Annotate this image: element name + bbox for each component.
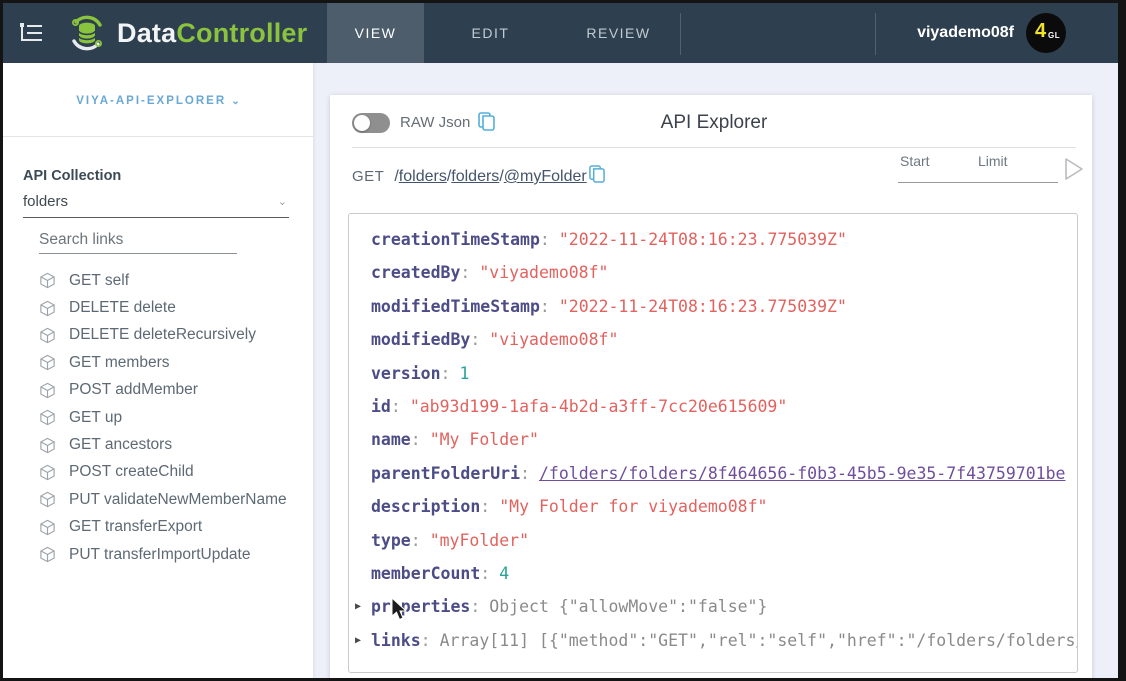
json-row: name:"My Folder" — [349, 423, 1077, 456]
api-link-put-transferimportupdate[interactable]: PUT transferImportUpdate — [39, 541, 309, 568]
json-row: type:"myFolder" — [349, 524, 1077, 557]
api-link-get-ancestors[interactable]: GET ancestors — [39, 431, 309, 458]
json-response-viewer[interactable]: creationTimeStamp:"2022-11-24T08:16:23.7… — [348, 213, 1078, 673]
cube-icon — [39, 519, 56, 536]
cube-icon — [39, 464, 56, 481]
cube-icon — [39, 546, 56, 563]
search-links-field — [39, 231, 237, 254]
json-row-links: ▶links:Array[11] [{"method":"GET","rel":… — [349, 624, 1077, 657]
workspace-selector[interactable]: VIYA-API-EXPLORER ⌄ — [3, 95, 313, 107]
request-method: GET — [352, 168, 384, 185]
api-explorer-panel: API Explorer RAW Json GET/folders/folder… — [330, 95, 1092, 678]
api-link-get-up[interactable]: GET up — [39, 404, 309, 431]
brand-title: DataController — [117, 18, 307, 49]
cube-icon — [39, 382, 56, 399]
api-link-get-self[interactable]: GET self — [39, 267, 309, 294]
toggle-knob — [354, 115, 370, 131]
tree-menu-icon[interactable] — [17, 19, 45, 47]
json-row: id:"ab93d199-1afa-4b2d-a3ff-7cc20e615609… — [349, 390, 1077, 423]
api-links-list: GET self DELETE delete DELETE deleteRecu… — [39, 267, 309, 568]
api-link-get-transferexport[interactable]: GET transferExport — [39, 514, 309, 541]
cube-icon — [39, 409, 56, 426]
cube-icon — [39, 272, 56, 289]
chevron-down-icon: ⌄ — [278, 195, 287, 208]
raw-json-label: RAW Json — [400, 114, 470, 131]
api-link-delete-delete[interactable]: DELETE delete — [39, 294, 309, 321]
raw-json-toggle[interactable] — [352, 113, 390, 133]
run-request-button[interactable] — [1063, 157, 1085, 181]
api-link-put-validatenewmembername[interactable]: PUT validateNewMemberName — [39, 486, 309, 513]
cube-icon — [39, 437, 56, 454]
panel-toolbar: API Explorer RAW Json — [352, 109, 1076, 139]
json-row: version:1 — [349, 357, 1077, 390]
api-collection-label: API Collection — [23, 168, 121, 184]
tab-edit[interactable]: EDIT — [424, 3, 557, 63]
chevron-down-icon: ⌄ — [231, 96, 239, 107]
header-divider — [680, 13, 681, 55]
sidebar: VIYA-API-EXPLORER ⌄ API Collection folde… — [3, 63, 313, 678]
json-row: memberCount:4 — [349, 557, 1077, 590]
brand-part-data: Data — [117, 18, 176, 48]
json-row: modifiedTimeStamp:"2022-11-24T08:16:23.7… — [349, 290, 1077, 323]
expand-arrow-icon[interactable]: ▶ — [355, 624, 361, 657]
start-limit-input[interactable] — [898, 163, 1058, 183]
api-link-post-addmember[interactable]: POST addMember — [39, 377, 309, 404]
brand-part-controller: Controller — [176, 18, 307, 48]
header-tabs: VIEW EDIT REVIEW — [327, 3, 680, 63]
api-link-get-members[interactable]: GET members — [39, 349, 309, 376]
path-link-folders[interactable]: folders — [451, 168, 499, 185]
search-links-input[interactable] — [39, 231, 239, 249]
sidebar-divider — [3, 136, 313, 137]
mouse-cursor — [390, 597, 408, 623]
api-link-delete-deleterecursively[interactable]: DELETE deleteRecursively — [39, 322, 309, 349]
badge-number: 4 — [1035, 20, 1046, 43]
user-area: viyademo08f 4 GL — [917, 3, 1066, 63]
json-row: parentFolderUri:/folders/folders/8f46465… — [349, 457, 1077, 490]
tab-review[interactable]: REVIEW — [557, 3, 680, 63]
4gl-badge[interactable]: 4 GL — [1026, 13, 1066, 53]
badge-suffix: GL — [1048, 31, 1060, 40]
json-row: modifiedBy:"viyademo08f" — [349, 323, 1077, 356]
expand-arrow-icon[interactable]: ▶ — [355, 590, 361, 623]
copy-icon[interactable] — [478, 112, 495, 132]
json-row: description:"My Folder for viyademo08f" — [349, 490, 1077, 523]
api-link-post-createchild[interactable]: POST createChild — [39, 459, 309, 486]
path-link-myfolder[interactable]: @myFolder — [504, 168, 587, 185]
cube-icon — [39, 327, 56, 344]
json-row: createdBy:"viyademo08f" — [349, 256, 1077, 289]
copy-icon[interactable] — [589, 165, 605, 184]
cube-icon — [39, 354, 56, 371]
top-header: DataController VIEW EDIT REVIEW viyademo… — [3, 3, 1118, 63]
json-row-properties: ▶properties:Object {"allowMove":"false"} — [349, 590, 1077, 623]
tab-view[interactable]: VIEW — [327, 3, 424, 63]
header-divider — [875, 13, 876, 55]
cube-icon — [39, 300, 56, 317]
datacontroller-logo-icon — [67, 13, 107, 53]
cube-icon — [39, 491, 56, 508]
request-url: GET/folders/folders/@myFolder — [352, 165, 605, 189]
parent-folder-uri-link[interactable]: /folders/folders/8f464656-f0b3-45b5-9e35… — [539, 464, 1066, 483]
json-row: creationTimeStamp:"2022-11-24T08:16:23.7… — [349, 223, 1077, 256]
username-label: viyademo08f — [917, 24, 1014, 42]
app-window: DataController VIEW EDIT REVIEW viyademo… — [3, 3, 1118, 678]
api-collection-select[interactable]: folders ⌄ — [23, 193, 289, 218]
path-link-folders[interactable]: folders — [399, 168, 447, 185]
toolbar-divider — [352, 147, 1076, 148]
